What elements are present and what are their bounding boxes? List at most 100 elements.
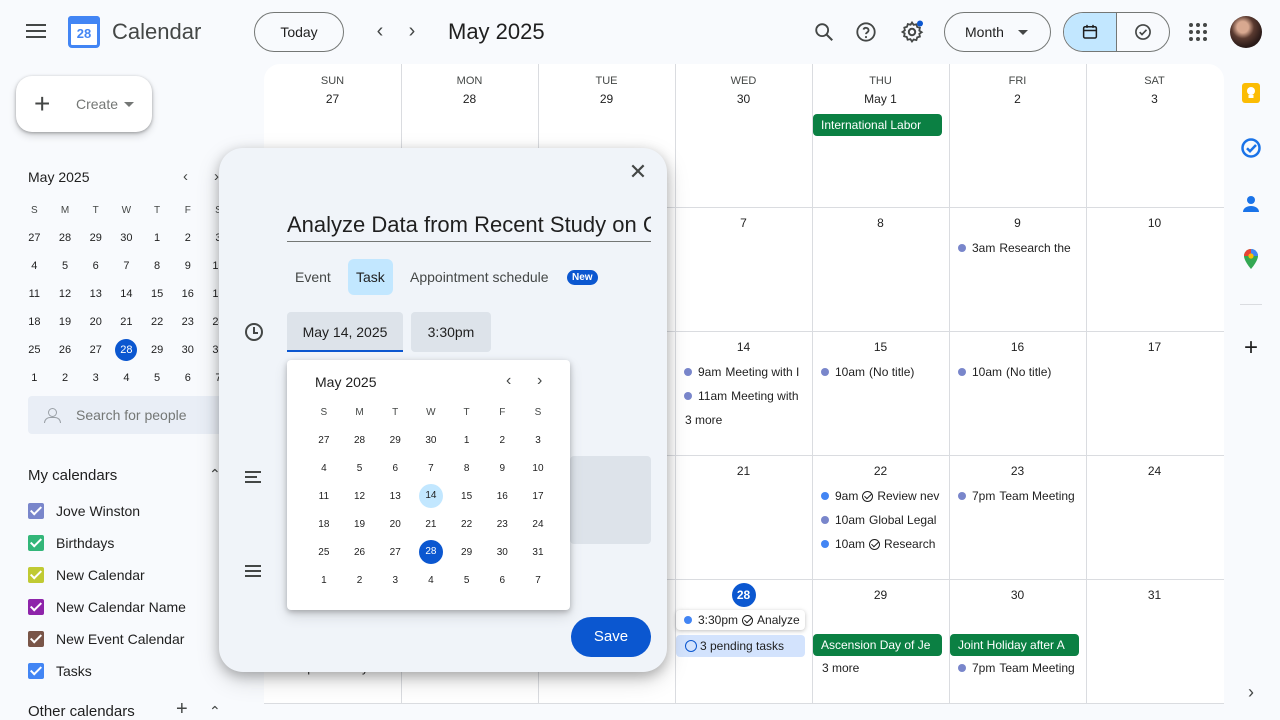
picker-day[interactable]: 7: [520, 575, 556, 586]
mini-day[interactable]: 9: [172, 260, 203, 272]
day-number[interactable]: 14: [675, 340, 812, 354]
day-number[interactable]: 16: [949, 340, 1086, 354]
description-field[interactable]: [570, 456, 651, 544]
day-number[interactable]: 2: [949, 92, 1086, 106]
mini-day[interactable]: 16: [172, 288, 203, 300]
mini-day[interactable]: 25: [19, 344, 50, 356]
save-button[interactable]: Save: [571, 617, 651, 657]
picker-day[interactable]: 30: [484, 547, 520, 558]
contacts-icon[interactable]: [1240, 193, 1262, 215]
mini-day[interactable]: 8: [142, 260, 173, 272]
picker-day[interactable]: 13: [377, 491, 413, 502]
calendar-list-item[interactable]: Birthdays: [28, 531, 114, 555]
picker-day[interactable]: 20: [377, 519, 413, 530]
event-item[interactable]: 9am Meeting with I: [684, 362, 806, 382]
mini-day[interactable]: 26: [50, 344, 81, 356]
mini-day[interactable]: 18: [19, 316, 50, 328]
apps-grid-icon[interactable]: [1182, 16, 1214, 48]
task-title-input[interactable]: Analyze Data from Recent Study on C: [287, 212, 651, 242]
event-item[interactable]: 10am (No title): [958, 362, 1084, 382]
picker-day[interactable]: 26: [342, 547, 378, 558]
day-number[interactable]: 21: [675, 464, 812, 478]
day-number[interactable]: 29: [812, 588, 949, 602]
more-events-link[interactable]: 3 more: [822, 661, 859, 675]
chevron-up-icon[interactable]: ⌃: [209, 703, 221, 720]
tab-event[interactable]: Event: [287, 259, 339, 295]
day-number[interactable]: 29: [538, 92, 675, 106]
create-button[interactable]: + Create: [16, 76, 152, 132]
mini-day[interactable]: 3: [80, 372, 111, 384]
get-addons-plus-icon[interactable]: +: [1240, 336, 1262, 360]
main-menu-icon[interactable]: [24, 20, 48, 44]
picker-day[interactable]: 27: [306, 435, 342, 446]
mini-day[interactable]: 21: [111, 316, 142, 328]
day-number[interactable]: 22: [812, 464, 949, 478]
add-calendar-plus-icon[interactable]: +: [176, 698, 188, 720]
picker-day[interactable]: 27: [377, 547, 413, 558]
mini-day[interactable]: 4: [111, 372, 142, 384]
mini-day[interactable]: 6: [80, 260, 111, 272]
picker-day[interactable]: 12: [342, 491, 378, 502]
mini-day[interactable]: 29: [80, 232, 111, 244]
time-field[interactable]: 3:30pm: [411, 312, 491, 352]
picker-day[interactable]: 15: [449, 491, 485, 502]
task-item[interactable]: 9am Review nev: [821, 486, 941, 506]
picker-day[interactable]: 25: [306, 547, 342, 558]
day-number[interactable]: 3: [1086, 92, 1223, 106]
mini-day[interactable]: 1: [142, 232, 173, 244]
mini-day[interactable]: 22: [142, 316, 173, 328]
picker-day[interactable]: 6: [484, 575, 520, 586]
pending-tasks-chip[interactable]: 3 pending tasks: [676, 635, 805, 657]
picker-day[interactable]: 31: [520, 547, 556, 558]
mini-day[interactable]: 14: [111, 288, 142, 300]
day-number[interactable]: 28: [401, 92, 538, 106]
day-number[interactable]: 31: [1086, 588, 1223, 602]
tasks-view-icon[interactable]: [1117, 13, 1169, 51]
holiday-event-chip[interactable]: Ascension Day of Je: [813, 634, 942, 656]
holiday-event-chip[interactable]: International Labor: [813, 114, 942, 136]
picker-day[interactable]: 19: [342, 519, 378, 530]
previous-month-icon[interactable]: ‹: [368, 20, 392, 44]
date-field[interactable]: May 14, 2025: [287, 312, 403, 352]
calendar-list-item[interactable]: Jove Winston: [28, 499, 140, 523]
mini-day[interactable]: 5: [50, 260, 81, 272]
day-number[interactable]: 15: [812, 340, 949, 354]
tab-task[interactable]: Task: [348, 259, 393, 295]
mini-day[interactable]: 30: [172, 344, 203, 356]
picker-day[interactable]: 4: [306, 463, 342, 474]
mini-day[interactable]: 6: [172, 372, 203, 384]
picker-day[interactable]: 29: [377, 435, 413, 446]
mini-day[interactable]: 11: [19, 288, 50, 300]
mini-day[interactable]: 30: [111, 232, 142, 244]
task-item[interactable]: 3:30pm Analyze: [676, 610, 805, 630]
calendar-view-icon[interactable]: [1064, 13, 1117, 51]
tab-appointment-schedule[interactable]: Appointment schedule: [402, 259, 557, 295]
checkbox-icon[interactable]: [28, 631, 44, 647]
search-people-input[interactable]: Search for people: [28, 396, 228, 434]
mini-day[interactable]: 2: [50, 372, 81, 384]
picker-day[interactable]: 23: [484, 519, 520, 530]
expand-panel-chevron-icon[interactable]: ›: [1240, 682, 1262, 704]
picker-day[interactable]: 11: [306, 491, 342, 502]
event-item[interactable]: 3am Research the: [958, 238, 1084, 258]
picker-day[interactable]: 2: [342, 575, 378, 586]
picker-day[interactable]: 1: [306, 575, 342, 586]
picker-day[interactable]: 28: [413, 540, 449, 564]
keep-icon[interactable]: [1240, 82, 1262, 104]
day-number[interactable]: 23: [949, 464, 1086, 478]
day-number[interactable]: 7: [675, 216, 812, 230]
task-item[interactable]: 10am Research: [821, 534, 941, 554]
mini-day[interactable]: 19: [50, 316, 81, 328]
mini-day[interactable]: 13: [80, 288, 111, 300]
mini-day[interactable]: 28: [50, 232, 81, 244]
picker-day[interactable]: 30: [413, 435, 449, 446]
mini-day[interactable]: 15: [142, 288, 173, 300]
picker-day[interactable]: 18: [306, 519, 342, 530]
picker-day[interactable]: 22: [449, 519, 485, 530]
picker-day[interactable]: 21: [413, 519, 449, 530]
mini-day[interactable]: 2: [172, 232, 203, 244]
close-icon[interactable]: ✕: [627, 161, 649, 184]
calendar-list-item[interactable]: Tasks: [28, 659, 92, 683]
mini-day[interactable]: 12: [50, 288, 81, 300]
picker-day[interactable]: 7: [413, 463, 449, 474]
